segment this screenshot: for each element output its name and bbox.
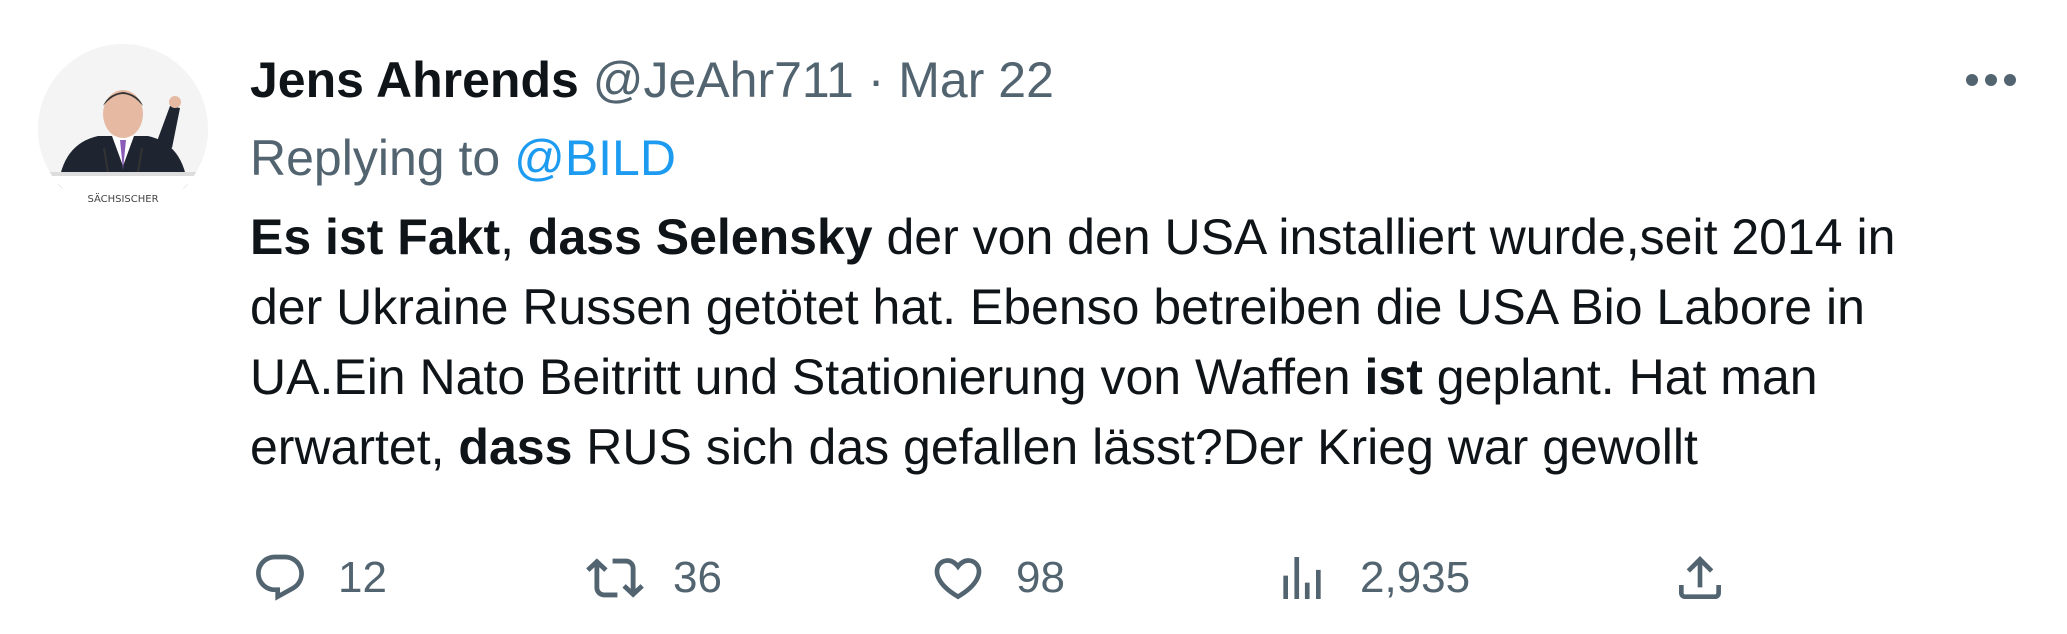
views-count: 2,935 [1360,553,1471,602]
views-button[interactable]: 2,935 [1272,548,1470,608]
heart-icon [928,548,988,608]
tweet-card[interactable]: SÄCHSISCHER Jens Ahrends @JeAhr711 · Mar… [0,0,2067,634]
text-segment: Es ist Fakt [250,209,501,265]
views-bar-chart-icon [1272,548,1332,608]
author-name[interactable]: Jens Ahrends [250,52,579,108]
like-button[interactable]: 98 [928,548,1065,608]
share-button[interactable] [1670,548,1730,608]
text-segment: erwartet, [250,419,459,475]
tweet-text: Es ist Fakt, dass Selensky der von den U… [250,202,2030,482]
like-count: 98 [1016,553,1065,602]
avatar-banner-text: SÄCHSISCHER [87,192,158,205]
more-options-button[interactable] [1963,60,2019,100]
text-segment: ist [1364,349,1423,405]
text-segment: der Ukraine Russen getötet hat. Ebenso b… [250,279,1865,335]
text-segment: RUS sich das gefallen lässt?Der Krieg wa… [572,419,1698,475]
tweet-action-bar: 12 36 98 2,935 [250,548,1750,608]
author-avatar[interactable]: SÄCHSISCHER [38,44,208,214]
replying-to: Replying to @BILD [250,126,676,190]
text-segment: , [500,209,528,265]
text-segment: geplant. Hat man [1422,349,1818,405]
tweet-text-line: erwartet, dass RUS sich das gefallen läs… [250,412,2030,482]
more-horizontal-icon [1966,74,2016,86]
tweet-date[interactable]: Mar 22 [898,52,1054,108]
retweet-icon [585,548,645,608]
replying-to-label: Replying to [250,130,501,186]
text-segment: dass [458,419,573,475]
header-separator: · [867,52,885,108]
reply-count: 12 [338,553,387,602]
avatar-photo: SÄCHSISCHER [38,44,208,214]
tweet-text-line: der Ukraine Russen getötet hat. Ebenso b… [250,272,2030,342]
tweet-header: Jens Ahrends @JeAhr711 · Mar 22 [250,48,1054,112]
reply-mention-link[interactable]: @BILD [514,130,676,186]
retweet-button[interactable]: 36 [585,548,722,608]
share-upload-icon [1670,548,1730,608]
text-segment: der von den USA installiert wurde,seit 2… [872,209,1896,265]
tweet-text-line: UA.Ein Nato Beitritt und Stationierung v… [250,342,2030,412]
retweet-count: 36 [673,553,722,602]
text-segment: UA.Ein Nato Beitritt und Stationierung v… [250,349,1365,405]
author-handle[interactable]: @JeAhr711 [593,52,854,108]
reply-button[interactable]: 12 [250,548,387,608]
text-segment: dass Selensky [527,209,873,265]
reply-bubble-icon [250,548,310,608]
tweet-text-line: Es ist Fakt, dass Selensky der von den U… [250,202,2030,272]
